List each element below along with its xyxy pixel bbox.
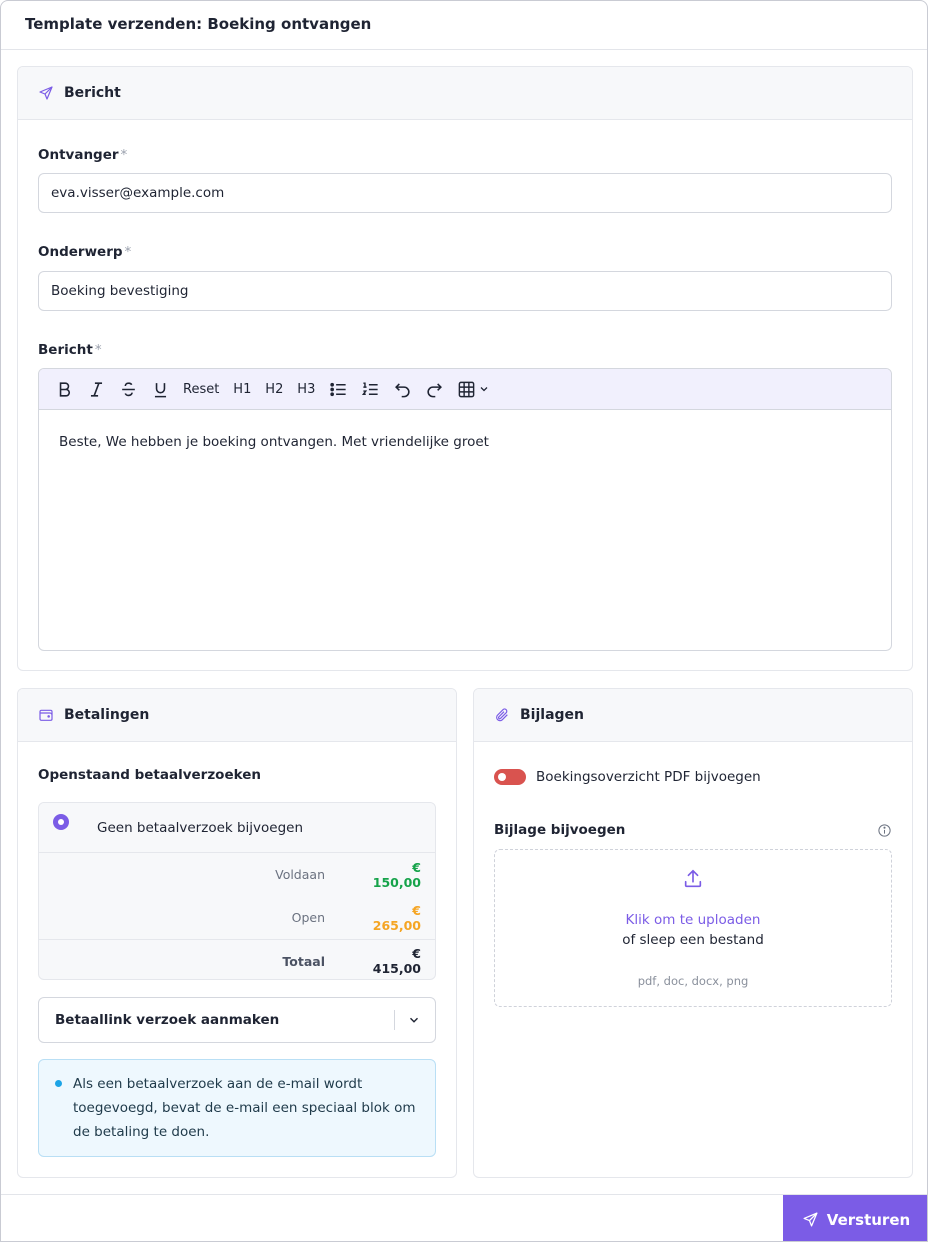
paperclip-icon: [496, 708, 508, 722]
chevron-down-icon: [480, 387, 488, 392]
no-payment-request-label: Geen betaalverzoek bijvoegen: [97, 819, 304, 836]
body-label: Bericht *: [38, 342, 102, 358]
required-mark: *: [94, 342, 102, 358]
required-mark: *: [124, 244, 132, 260]
payment-info-text: Als een betaalverzoek aan de e-mail word…: [73, 1076, 416, 1140]
attach-pdf-toggle-row: Boekingsoverzicht PDF bijvoegen: [494, 769, 761, 785]
undo-icon: [394, 382, 410, 397]
heading1-button[interactable]: H1: [227, 375, 257, 403]
subject-label: Onderwerp *: [38, 244, 132, 260]
italic-icon: [90, 381, 102, 397]
upload-label: Bijlage bijvoegen: [494, 822, 626, 838]
payment-row-label: Open: [291, 910, 325, 925]
recipient-input[interactable]: eva.visser@example.com: [38, 173, 892, 213]
payments-card-title: Betalingen: [64, 707, 150, 723]
attachments-card: Bijlagen Boekingsoverzicht PDF bijvoegen…: [473, 688, 913, 1178]
recipient-label: Ontvanger *: [38, 147, 128, 163]
attachments-card-title: Bijlagen: [520, 707, 584, 723]
required-mark: *: [120, 147, 128, 163]
attach-pdf-label: Boekingsoverzicht PDF bijvoegen: [536, 769, 761, 785]
bullet-list-button[interactable]: [323, 375, 353, 403]
numbered-list-icon: [361, 381, 378, 395]
bullet-list-icon: [330, 382, 346, 396]
payments-card: Betalingen Openstaand betaalverzoeken Ge…: [17, 688, 457, 1178]
total-label: Totaal: [282, 953, 325, 969]
payment-row-value: € 150,00: [372, 859, 421, 890]
numbered-list-button[interactable]: [355, 375, 385, 403]
strikethrough-icon: [121, 381, 135, 396]
italic-button[interactable]: [81, 375, 111, 403]
select-divider: [394, 1010, 395, 1030]
underline-button[interactable]: [145, 375, 175, 403]
message-card-title: Bericht: [64, 85, 121, 101]
payments-subtitle: Openstaand betaalverzoeken: [38, 767, 261, 783]
upload-icon: [684, 869, 702, 888]
payment-requests-box: Geen betaalverzoek bijvoegen Voldaan € 1…: [38, 802, 436, 980]
attach-pdf-toggle[interactable]: [494, 769, 526, 785]
modal-title: Template verzenden: Boeking ontvangen: [25, 15, 372, 33]
chevron-down-icon[interactable]: [407, 1013, 421, 1027]
no-payment-request-option[interactable]: Geen betaalverzoek bijvoegen: [39, 803, 435, 853]
bold-button[interactable]: [49, 375, 79, 403]
payment-link-select-value: Betaallink verzoek aanmaken: [55, 1012, 280, 1028]
bold-icon: [59, 381, 70, 397]
wallet-icon: [39, 709, 53, 721]
table-icon: [458, 381, 475, 397]
radio-selected[interactable]: [53, 813, 69, 830]
allowed-file-types: pdf, doc, docx, png: [637, 974, 749, 988]
file-dropzone[interactable]: Klik om te uploaden of sleep een bestand…: [494, 849, 892, 1007]
payment-row-total: Totaal € 415,00: [39, 939, 435, 979]
undo-button[interactable]: [387, 375, 417, 403]
send-icon: [803, 1212, 818, 1227]
send-icon: [39, 86, 53, 100]
payment-row-paid: Voldaan € 150,00: [39, 853, 435, 896]
total-value: € 415,00: [372, 946, 421, 976]
message-card-header: Bericht: [18, 67, 912, 120]
payment-info-notice: Als een betaalverzoek aan de e-mail word…: [38, 1059, 436, 1157]
strikethrough-button[interactable]: [113, 375, 143, 403]
attachments-card-header: Bijlagen: [474, 689, 912, 742]
message-card: Bericht Ontvanger * eva.visser@example.co…: [17, 66, 913, 671]
modal-header: Template verzenden: Boeking ontvangen: [1, 1, 927, 50]
reset-button[interactable]: Reset: [177, 375, 225, 403]
drag-file-text: of sleep een bestand: [622, 932, 764, 948]
payment-row-value: € 265,00: [372, 902, 421, 933]
payment-row-label: Voldaan: [275, 867, 325, 882]
redo-icon: [427, 382, 442, 397]
editor-toolbar: Reset H1 H2 H3: [39, 369, 891, 410]
table-button[interactable]: [451, 375, 495, 403]
underline-icon: [154, 382, 166, 397]
send-button[interactable]: Versturen: [783, 1195, 927, 1241]
modal-footer: Versturen: [1, 1194, 927, 1241]
info-icon[interactable]: [877, 823, 892, 838]
payments-card-header: Betalingen: [18, 689, 456, 742]
payment-row-open: Open € 265,00: [39, 896, 435, 939]
heading3-button[interactable]: H3: [291, 375, 321, 403]
heading2-button[interactable]: H2: [259, 375, 289, 403]
click-to-upload-link[interactable]: Klik om te uploaden: [495, 912, 891, 928]
send-button-label: Versturen: [826, 1210, 911, 1229]
rich-text-editor: Reset H1 H2 H3 Beste, We hebben je boeki…: [38, 368, 892, 651]
editor-content[interactable]: Beste, We hebben je boeking ontvangen. M…: [39, 410, 891, 474]
subject-input[interactable]: Boeking bevestiging: [38, 271, 892, 311]
info-bullet: [55, 1080, 62, 1087]
payment-link-select[interactable]: Betaallink verzoek aanmaken: [38, 997, 436, 1043]
send-template-modal: Template verzenden: Boeking ontvangen Be…: [0, 0, 928, 1242]
redo-button[interactable]: [419, 375, 449, 403]
